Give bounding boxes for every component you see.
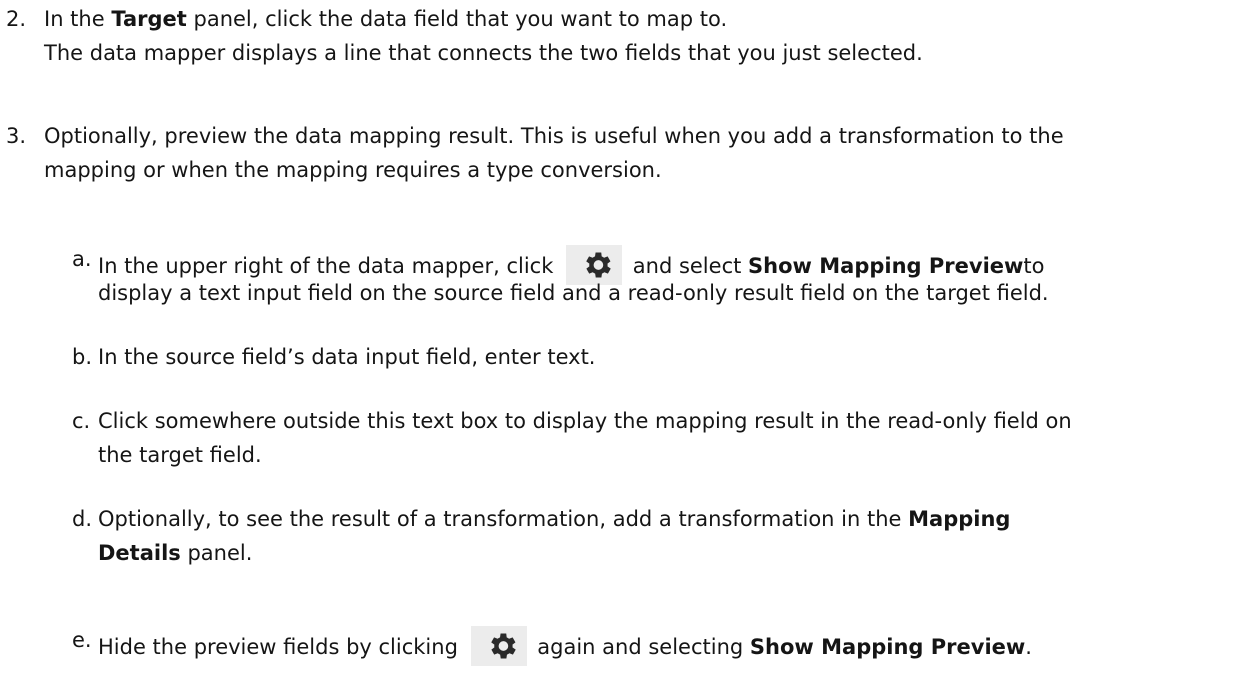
mapping-details-label: Mapping [908, 507, 1011, 531]
substep-a-line-2: display a text input field on the source… [98, 281, 1049, 305]
gear-icon-graphic [586, 252, 611, 278]
substep-marker: c. [72, 409, 91, 433]
substep-d-line-1: Optionally, to see the result of a trans… [98, 505, 1010, 533]
show-mapping-preview-label: Show Mapping Preview [748, 254, 1024, 278]
substep-e-line-1: Hide the preview fields by clicking agai… [98, 626, 1032, 666]
gear-icon-graphic [490, 633, 516, 659]
step-text: In the [44, 7, 105, 31]
step-2-line-1: In the Target panel, click the data fiel… [44, 5, 727, 33]
substep-text: to [1023, 254, 1045, 278]
substep-marker: b. [72, 345, 93, 369]
substep-marker: d. [72, 507, 93, 531]
mapping-details-label: Details [98, 541, 181, 565]
substep-text: Hide the preview fields by clicking [98, 635, 458, 659]
step-number: 2. [6, 7, 27, 31]
substep-c-line-2: the target field. [98, 443, 262, 467]
step-3-line-2: mapping or when the mapping requires a t… [44, 158, 662, 182]
substep-d-line-2: Details panel. [98, 539, 252, 567]
step-text: panel, click the data field that you wan… [193, 7, 728, 31]
substep-text: again and selecting [537, 635, 744, 659]
gear-icon [470, 626, 527, 666]
substep-text: . [1025, 635, 1032, 659]
substep-b-line-1: In the source field’s data input field, … [98, 345, 596, 369]
substep-text: panel. [187, 541, 253, 565]
substep-text: and select [632, 254, 742, 278]
substep-text: In the upper right of the data mapper, c… [98, 254, 554, 278]
show-mapping-preview-label: Show Mapping Preview [749, 635, 1026, 659]
substep-c-line-1: Click somewhere outside this text box to… [98, 409, 1072, 433]
step-number: 3. [6, 124, 27, 148]
substep-marker: a. [72, 247, 92, 271]
documentation-page: 2. In the Target panel, click the data f… [0, 0, 1248, 674]
step-3-line-1: Optionally, preview the data mapping res… [44, 124, 1064, 148]
step-2-line-2: The data mapper displays a line that con… [44, 41, 923, 65]
substep-marker: e. [72, 628, 92, 652]
target-panel-label: Target [111, 7, 187, 31]
substep-text: Optionally, to see the result of a trans… [98, 507, 902, 531]
